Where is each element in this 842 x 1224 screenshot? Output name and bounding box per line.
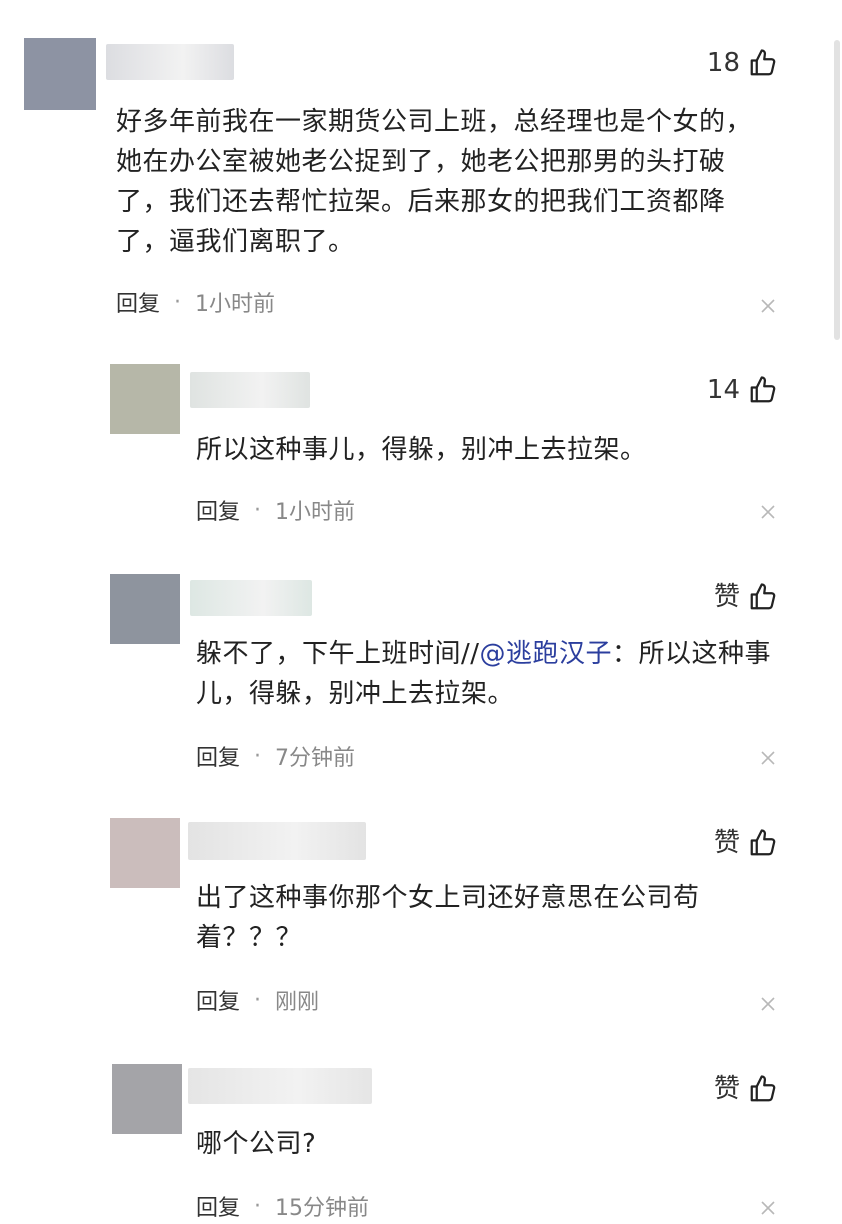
timestamp: 15分钟前	[275, 1196, 370, 1221]
avatar[interactable]	[112, 1064, 182, 1134]
like-button[interactable]: 赞	[714, 1074, 778, 1104]
close-icon[interactable]	[760, 1200, 776, 1216]
username-blurred[interactable]	[188, 1068, 372, 1104]
reply-item: 赞 哪个公司? 回复 · 15分钟前	[0, 0, 842, 1224]
thumbs-up-icon	[750, 1075, 776, 1102]
comment-meta: 回复 · 15分钟前	[196, 1190, 369, 1222]
separator-dot: ·	[254, 1193, 262, 1219]
like-label: 赞	[713, 1074, 740, 1104]
comment-text: 哪个公司?	[196, 1129, 317, 1159]
reply-button[interactable]: 回复	[196, 1190, 240, 1222]
